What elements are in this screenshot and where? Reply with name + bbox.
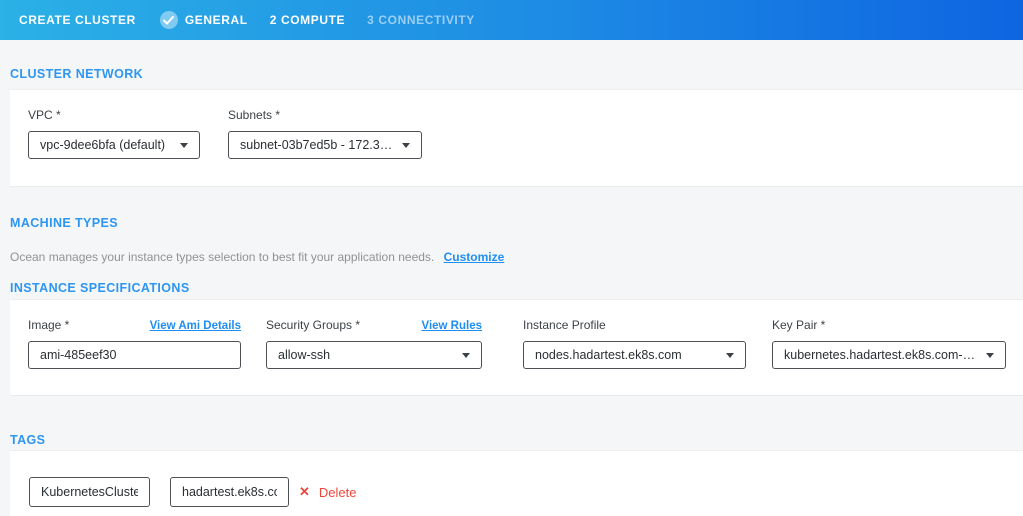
section-title-cluster-network: CLUSTER NETWORK [10,67,1023,81]
subnets-label: Subnets * [228,108,280,122]
caret-down-icon [402,143,410,148]
view-ami-details-link[interactable]: View Ami Details [150,320,241,332]
key-pair-label: Key Pair * [772,318,825,332]
tab-connectivity[interactable]: 3 CONNECTIVITY [367,13,475,27]
caret-down-icon [986,353,994,358]
security-groups-select[interactable]: allow-ssh [266,341,482,369]
delete-x-icon: ✕ [299,484,310,500]
image-label: Image * [28,318,69,332]
caret-down-icon [726,353,734,358]
tab-connectivity-label: 3 CONNECTIVITY [367,13,475,27]
tag-value-input[interactable] [170,477,289,507]
subnets-field: Subnets * subnet-03b7ed5b - 172.31.0.0/2… [228,108,422,159]
vpc-selected-value: vpc-9dee6bfa (default) [40,138,173,152]
instance-profile-field: Instance Profile nodes.hadartest.ek8s.co… [523,318,746,369]
delete-tag-button[interactable]: ✕ Delete [299,484,356,500]
tab-general-label: GENERAL [185,13,248,27]
tab-general[interactable]: GENERAL [160,11,248,29]
view-rules-link[interactable]: View Rules [421,320,482,332]
tag-row: ✕ Delete [29,477,1023,507]
key-pair-selected-value: kubernetes.hadartest.ek8s.com-39:84:a5:9… [784,348,986,362]
vpc-field: VPC * vpc-9dee6bfa (default) [28,108,200,159]
image-input[interactable] [28,341,241,369]
tab-compute[interactable]: 2 COMPUTE [270,13,345,27]
image-field: Image * View Ami Details [28,318,241,369]
subnets-select[interactable]: subnet-03b7ed5b - 172.31.0.0/20 ... [228,131,422,159]
check-circle-icon [160,11,178,29]
machine-types-description: Ocean manages your instance types select… [10,250,1023,264]
wizard-header: CREATE CLUSTER GENERAL 2 COMPUTE 3 CONNE… [0,0,1023,40]
section-title-instance-specifications: INSTANCE SPECIFICATIONS [10,281,1023,295]
security-groups-field: Security Groups * View Rules allow-ssh [266,318,482,369]
instance-profile-label: Instance Profile [523,318,606,332]
security-groups-selected-value: allow-ssh [278,348,338,362]
vpc-select[interactable]: vpc-9dee6bfa (default) [28,131,200,159]
security-groups-label: Security Groups * [266,318,360,332]
customize-link[interactable]: Customize [444,250,505,264]
caret-down-icon [180,143,188,148]
instance-profile-selected-value: nodes.hadartest.ek8s.com [535,348,690,362]
key-pair-field: Key Pair * kubernetes.hadartest.ek8s.com… [772,318,1006,369]
delete-tag-label: Delete [319,485,357,500]
subnets-selected-value: subnet-03b7ed5b - 172.31.0.0/20 ... [240,138,402,152]
section-title-tags: TAGS [10,433,1023,447]
cluster-network-card: VPC * vpc-9dee6bfa (default) Subnets * s… [10,89,1023,187]
tags-card: ✕ Delete [10,450,1023,516]
vpc-label: VPC * [28,108,61,122]
machine-types-description-text: Ocean manages your instance types select… [10,250,434,264]
key-pair-select[interactable]: kubernetes.hadartest.ek8s.com-39:84:a5:9… [772,341,1006,369]
caret-down-icon [462,353,470,358]
page-title: CREATE CLUSTER [19,13,136,27]
section-title-machine-types: MACHINE TYPES [10,216,1023,230]
tab-compute-label: 2 COMPUTE [270,13,345,27]
instance-profile-select[interactable]: nodes.hadartest.ek8s.com [523,341,746,369]
instance-specifications-card: Image * View Ami Details Security Groups… [10,299,1023,396]
tag-key-input[interactable] [29,477,150,507]
